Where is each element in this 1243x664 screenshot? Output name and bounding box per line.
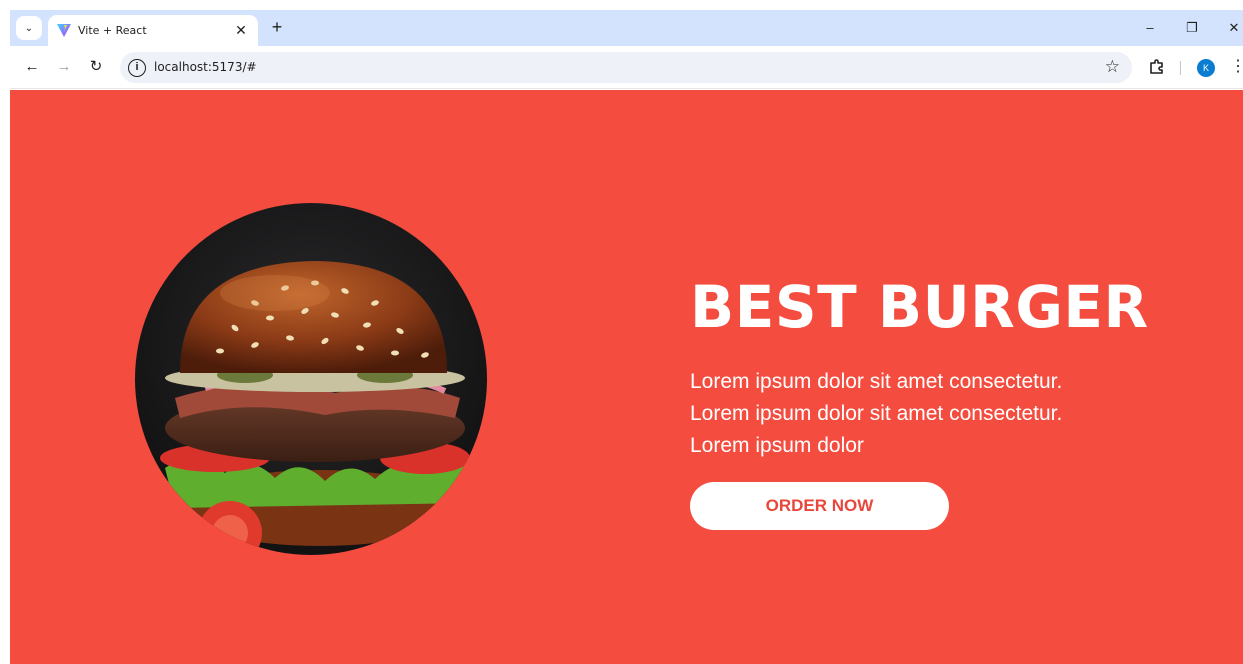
order-now-button[interactable]: ORDER NOW: [690, 482, 949, 530]
address-bar[interactable]: i localhost:5173/# ☆: [120, 52, 1132, 83]
tab-title: Vite + React: [78, 24, 147, 37]
tab-close-icon[interactable]: ✕: [232, 21, 250, 39]
hero-description: Lorem ipsum dolor sit amet consectetur. …: [690, 370, 1063, 457]
browser-toolbar: ← → ↻ i localhost:5173/# ☆ K ⋮: [10, 46, 1243, 89]
hero-section: BEST BURGER Lorem ipsum dolor sit amet c…: [10, 90, 1243, 664]
chevron-down-icon: ⌄: [24, 22, 34, 34]
extensions-puzzle-icon[interactable]: [1148, 58, 1166, 76]
browser-tab-active[interactable]: Vite + React ✕: [48, 15, 258, 46]
restore-icon[interactable]: ❐: [1182, 18, 1202, 38]
tab-search-button[interactable]: ⌄: [16, 16, 42, 40]
back-arrow-icon[interactable]: ←: [22, 57, 42, 77]
forward-arrow-icon[interactable]: →: [54, 57, 74, 77]
more-menu-icon[interactable]: ⋮: [1230, 57, 1243, 77]
site-info-icon[interactable]: i: [128, 59, 146, 77]
url-text[interactable]: localhost:5173/#: [154, 60, 257, 74]
vite-logo-icon: [57, 24, 71, 37]
reload-icon[interactable]: ↻: [86, 57, 106, 77]
hero-text-block: BEST BURGER Lorem ipsum dolor sit amet c…: [690, 272, 1210, 530]
window-close-icon[interactable]: ✕: [1224, 18, 1243, 38]
hero-title: BEST BURGER: [690, 273, 1149, 341]
bookmark-star-icon[interactable]: ☆: [1105, 57, 1120, 77]
burger-illustration: [160, 261, 473, 555]
toolbar-separator: [1180, 61, 1181, 75]
browser-tab-strip: ⌄ Vite + React ✕ + – ❐ ✕: [10, 10, 1243, 46]
new-tab-button[interactable]: +: [266, 17, 288, 39]
minimize-icon[interactable]: –: [1140, 18, 1160, 38]
profile-avatar[interactable]: K: [1197, 59, 1215, 77]
burger-image: [135, 203, 487, 555]
